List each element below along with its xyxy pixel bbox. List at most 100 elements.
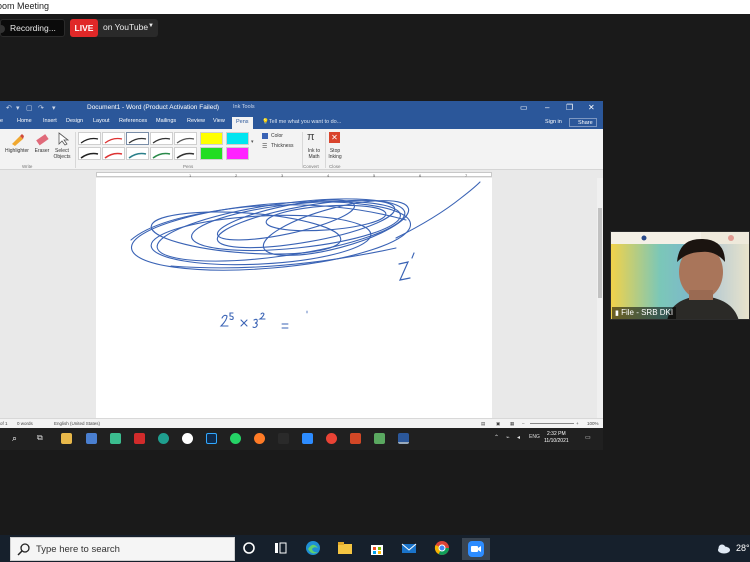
restore-icon[interactable]: ❐	[566, 103, 573, 112]
ink-scribble	[262, 200, 410, 256]
tell-me-search[interactable]: 💡Tell me what you want to do...	[262, 119, 341, 125]
ribbon-pens: Highlighter Eraser Select Objects Write	[0, 129, 603, 170]
scrollbar-thumb[interactable]	[598, 208, 602, 298]
pen-stroke-icon	[176, 152, 195, 159]
tab-mailings[interactable]: Mailings	[156, 118, 176, 124]
weather-temperature[interactable]: 28°	[736, 543, 750, 553]
pen-red-thick[interactable]	[102, 147, 125, 160]
sign-in-link[interactable]: Sign in	[545, 119, 562, 125]
image-viewer-icon[interactable]	[374, 433, 385, 444]
highlighter-yellow[interactable]	[200, 132, 223, 145]
chrome-icon[interactable]	[326, 433, 337, 444]
pen-teal-thick[interactable]	[126, 147, 149, 160]
zoom-app-icon[interactable]	[302, 433, 313, 444]
chrome-icon[interactable]	[434, 540, 450, 556]
eraser-button[interactable]: Eraser	[33, 131, 51, 163]
download-icon[interactable]	[278, 433, 289, 444]
pen-black-thick[interactable]	[78, 147, 101, 160]
task-view-icon[interactable]	[273, 540, 289, 556]
whatsapp-icon[interactable]	[230, 433, 241, 444]
tab-file[interactable]: e	[0, 118, 3, 124]
customize-qat-icon[interactable]: ▾	[52, 104, 56, 112]
word-count[interactable]: 0 words	[17, 421, 33, 426]
pen-green-thick[interactable]	[150, 147, 173, 160]
thickness-button[interactable]: ☰ Thickness	[262, 142, 302, 151]
zoom-in-icon[interactable]: +	[576, 421, 579, 426]
read-mode-icon[interactable]: ▤	[481, 421, 485, 427]
vertical-scrollbar[interactable]	[597, 178, 603, 418]
app-circle-icon[interactable]	[158, 433, 169, 444]
ink-scribble	[156, 198, 406, 262]
document-page[interactable]	[96, 178, 492, 418]
edge-icon[interactable]	[305, 540, 321, 556]
task-view-icon[interactable]: ⧉	[37, 433, 43, 443]
network-icon[interactable]: ⌁	[506, 434, 510, 441]
pen-stroke-icon	[176, 137, 195, 144]
print-layout-icon[interactable]: ▣	[496, 421, 500, 427]
tab-references[interactable]: References	[119, 118, 147, 124]
pen-gray-thin[interactable]	[174, 132, 197, 145]
tab-review[interactable]: Review	[187, 118, 205, 124]
zoom-taskbar-button[interactable]	[462, 538, 490, 560]
redo-icon[interactable]: ▾	[16, 104, 20, 112]
store-icon[interactable]	[369, 540, 385, 556]
highlighter-green[interactable]	[200, 147, 223, 160]
tray-chevron-icon[interactable]: ⌃	[494, 434, 499, 441]
pen-red-thin[interactable]	[102, 132, 125, 145]
share-button[interactable]: Share	[569, 118, 597, 127]
minimize-icon[interactable]: –	[545, 103, 549, 112]
ink-to-math-button[interactable]: π Ink to Math	[304, 131, 324, 163]
zoom-slider[interactable]	[530, 423, 574, 424]
zoom-level[interactable]: 100%	[587, 421, 599, 426]
pen-blue-thin[interactable]	[126, 132, 149, 145]
photoshop-icon[interactable]	[206, 433, 217, 444]
pen-stroke-icon	[80, 137, 99, 144]
close-icon[interactable]: ✕	[588, 103, 595, 112]
highlighter-cyan[interactable]	[226, 132, 249, 145]
live-stream-dropdown[interactable]: LIVE on YouTube ▼	[70, 19, 158, 37]
tab-view[interactable]: View	[213, 118, 225, 124]
tab-pens[interactable]: Pens	[232, 117, 253, 129]
word-doc-icon[interactable]	[86, 433, 97, 444]
file-explorer-icon[interactable]	[337, 540, 353, 556]
gallery-more-icon[interactable]: ▾	[251, 139, 254, 145]
notification-icon[interactable]: ▭	[585, 434, 591, 441]
pen-dark-thin[interactable]	[150, 132, 173, 145]
volume-icon[interactable]: ◂	[517, 434, 520, 441]
ribbon-display-icon[interactable]: ▭	[520, 103, 528, 112]
color-button[interactable]: Color	[262, 132, 300, 141]
language-status[interactable]: English (United States)	[54, 421, 100, 426]
google-icon[interactable]	[182, 433, 193, 444]
powerpoint-icon[interactable]	[350, 433, 361, 444]
recording-indicator[interactable]: Recording...	[0, 19, 65, 37]
highlighter-magenta[interactable]	[226, 147, 249, 160]
zoom-meeting-window: oom Meeting Recording... LIVE on YouTube…	[0, 0, 750, 562]
highlighter-button[interactable]: Highlighter	[3, 131, 31, 163]
video-app-icon[interactable]	[134, 433, 145, 444]
app-icon[interactable]	[110, 433, 121, 444]
file-explorer-icon[interactable]	[61, 433, 72, 444]
cortana-icon[interactable]	[241, 540, 257, 556]
taskbar-clock[interactable]: 2:32 PM 11/10/2021	[544, 431, 569, 445]
zoom-out-icon[interactable]: –	[522, 421, 525, 426]
taskbar-search-box[interactable]: Type here to search	[10, 537, 235, 561]
word-taskbar-icon[interactable]	[398, 433, 409, 444]
stop-inking-button[interactable]: ✕ Stop Inking	[326, 131, 344, 163]
firefox-icon[interactable]	[254, 433, 265, 444]
tab-home[interactable]: Home	[17, 118, 32, 124]
tab-layout[interactable]: Layout	[93, 118, 110, 124]
language-indicator[interactable]: ENG	[529, 434, 540, 440]
weather-cloud-icon[interactable]	[715, 540, 731, 556]
select-objects-button[interactable]: Select Objects	[52, 131, 72, 163]
redo-arrow-icon[interactable]: ↷	[38, 104, 44, 112]
save-icon[interactable]: ▢	[26, 104, 33, 112]
pen-black-thin[interactable]	[78, 132, 101, 145]
pen-navy-thick[interactable]	[174, 147, 197, 160]
tab-insert[interactable]: Insert	[43, 118, 57, 124]
web-layout-icon[interactable]: ▦	[510, 421, 514, 427]
undo-icon[interactable]: ↶	[6, 104, 12, 112]
page-count[interactable]: of 1	[0, 421, 8, 426]
mail-icon[interactable]	[401, 540, 417, 556]
search-icon[interactable]: ⌕	[12, 433, 17, 444]
tab-design[interactable]: Design	[66, 118, 83, 124]
